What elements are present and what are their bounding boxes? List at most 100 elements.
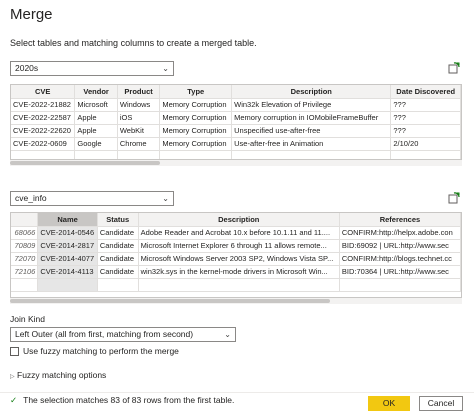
- table-cell: ???: [390, 111, 461, 125]
- table-cell: 72106: [11, 265, 39, 279]
- table-cell: Candidate: [97, 226, 139, 240]
- table-cell: CVE-2022-22620: [11, 124, 76, 138]
- join-kind-dropdown[interactable]: Left Outer (all from first, matching fro…: [10, 327, 236, 342]
- chevron-down-icon: ⌄: [224, 330, 231, 339]
- table-cell: Memory Corruption: [159, 137, 233, 151]
- table-row: 70809 CVE-2014-2817 Candidate Microsoft Int…: [11, 239, 461, 253]
- table-cell: Adobe Reader and Acrobat 10.x before 10.…: [138, 226, 340, 240]
- table-row: CVE-2022-22620 Apple WebKit Memory Corrupti…: [11, 124, 461, 138]
- table-cell: Apple: [74, 111, 118, 125]
- table-cell: win32k.sys in the kernel-mode drivers in…: [138, 265, 340, 279]
- table-cell: Microsoft: [74, 98, 118, 112]
- table-cell: Candidate: [97, 252, 139, 266]
- column-header[interactable]: [11, 213, 39, 227]
- table-cell: [37, 278, 98, 292]
- table-cell: CVE-2014-2817: [37, 239, 98, 253]
- table-cell: WebKit: [117, 124, 161, 138]
- check-icon: ✓: [10, 395, 18, 405]
- table-cell: 68066: [11, 226, 39, 240]
- table-cell: [97, 278, 139, 292]
- table-cell: Apple: [74, 124, 118, 138]
- table-cell: [339, 278, 461, 292]
- second-table-preview[interactable]: Name Status Description References 68066 CVE…: [10, 212, 462, 298]
- second-table-dropdown[interactable]: cve_info ⌄: [10, 191, 174, 206]
- table-cell: Chrome: [117, 137, 161, 151]
- table-cell: Memory Corruption: [159, 124, 233, 138]
- table-row: 68066 CVE-2014-0546 Candidate Adobe Reader …: [11, 226, 461, 240]
- first-table-selected: 2020s: [15, 63, 39, 73]
- table-row: CVE-2022-21882 Microsoft Windows Memory Cor…: [11, 98, 461, 112]
- table-cell: Windows: [117, 98, 161, 112]
- table-cell: Memory Corruption: [159, 111, 233, 125]
- table-row: CVE-2022-0609 Google Chrome Memory Corrupti…: [11, 137, 461, 151]
- first-table-scrollbar[interactable]: [10, 160, 462, 166]
- column-header[interactable]: Description: [231, 85, 392, 99]
- table-cell: [138, 278, 340, 292]
- first-table-preview[interactable]: CVE Vendor Product Type Description Date Disc…: [10, 84, 462, 160]
- ok-button[interactable]: OK: [368, 396, 410, 411]
- scrollbar-thumb[interactable]: [10, 161, 160, 165]
- table-cell: ???: [390, 124, 461, 138]
- table-cell: Candidate: [97, 265, 139, 279]
- refresh-icon[interactable]: [448, 192, 460, 204]
- table-cell: CONFIRM:http://blogs.technet.cc: [339, 252, 461, 266]
- table-cell: 70809: [11, 239, 39, 253]
- fuzzy-options-label: Fuzzy matching options: [17, 370, 107, 380]
- table-cell: BID:70364 | URL:http://www.sec: [339, 265, 461, 279]
- table-row: 72070 CVE-2014-4077 Candidate Microsoft Win…: [11, 252, 461, 266]
- column-header[interactable]: Product: [117, 85, 161, 99]
- column-header[interactable]: Name: [37, 213, 98, 227]
- column-header[interactable]: Vendor: [74, 85, 118, 99]
- refresh-icon[interactable]: [448, 62, 460, 74]
- table-cell: [390, 150, 461, 159]
- table-cell: [117, 150, 161, 159]
- status-message: The selection matches 83 of 83 rows from…: [23, 395, 235, 405]
- table-cell: CVE-2014-4077: [37, 252, 98, 266]
- dialog-subtitle: Select tables and matching columns to cr…: [10, 38, 257, 48]
- fuzzy-options-toggle[interactable]: ▷ Fuzzy matching options: [10, 370, 106, 380]
- table-row: CVE-2022-22587 Apple iOS Memory Corruption M…: [11, 111, 461, 125]
- column-header[interactable]: Status: [97, 213, 139, 227]
- column-header[interactable]: Description: [138, 213, 340, 227]
- table-cell: iOS: [117, 111, 161, 125]
- table-cell: CVE-2022-22587: [11, 111, 76, 125]
- table-cell: Use-after-free in Animation: [231, 137, 392, 151]
- table-cell: BID:69092 | URL:http://www.sec: [339, 239, 461, 253]
- second-table-scrollbar[interactable]: [10, 298, 462, 304]
- column-header[interactable]: References: [339, 213, 461, 227]
- table-cell: [159, 150, 233, 159]
- table-cell: [74, 150, 118, 159]
- join-kind-selected: Left Outer (all from first, matching fro…: [15, 329, 194, 339]
- table-cell: [11, 278, 39, 292]
- table-cell: Win32k Elevation of Privilege: [231, 98, 392, 112]
- table-cell: Memory corruption in IOMobileFrameBuffer: [231, 111, 392, 125]
- table-cell: Microsoft Internet Explorer 6 through 11…: [138, 239, 340, 253]
- column-header[interactable]: Type: [159, 85, 233, 99]
- table-cell: CVE-2014-4113: [37, 265, 98, 279]
- footer-divider: [0, 392, 474, 393]
- column-header[interactable]: CVE: [11, 85, 76, 99]
- first-table-dropdown[interactable]: 2020s ⌄: [10, 61, 174, 76]
- chevron-down-icon: ⌄: [162, 64, 169, 73]
- table-cell: CVE-2014-0546: [37, 226, 98, 240]
- triangle-right-icon: ▷: [10, 374, 15, 380]
- table-row-partial: [11, 278, 461, 292]
- cancel-button[interactable]: Cancel: [419, 396, 463, 411]
- table-cell: CVE-2022-0609: [11, 137, 76, 151]
- table-cell: Google: [74, 137, 118, 151]
- column-header[interactable]: Date Discovered: [390, 85, 461, 99]
- table-row-partial: [11, 150, 461, 159]
- table-cell: Memory Corruption: [159, 98, 233, 112]
- table-cell: [231, 150, 392, 159]
- table-cell: CVE-2022-21882: [11, 98, 76, 112]
- table-cell: CONFIRM:http://helpx.adobe.con: [339, 226, 461, 240]
- dialog-title: Merge: [10, 6, 53, 23]
- fuzzy-checkbox-label: Use fuzzy matching to perform the merge: [23, 346, 179, 356]
- table-cell: 2/10/20: [390, 137, 461, 151]
- table-cell: [11, 150, 76, 159]
- table-cell: Candidate: [97, 239, 139, 253]
- table-cell: Unspecified use-after-free: [231, 124, 392, 138]
- scrollbar-thumb[interactable]: [10, 299, 330, 303]
- table-cell: Microsoft Windows Server 2003 SP2, Windo…: [138, 252, 340, 266]
- fuzzy-checkbox[interactable]: [10, 347, 19, 356]
